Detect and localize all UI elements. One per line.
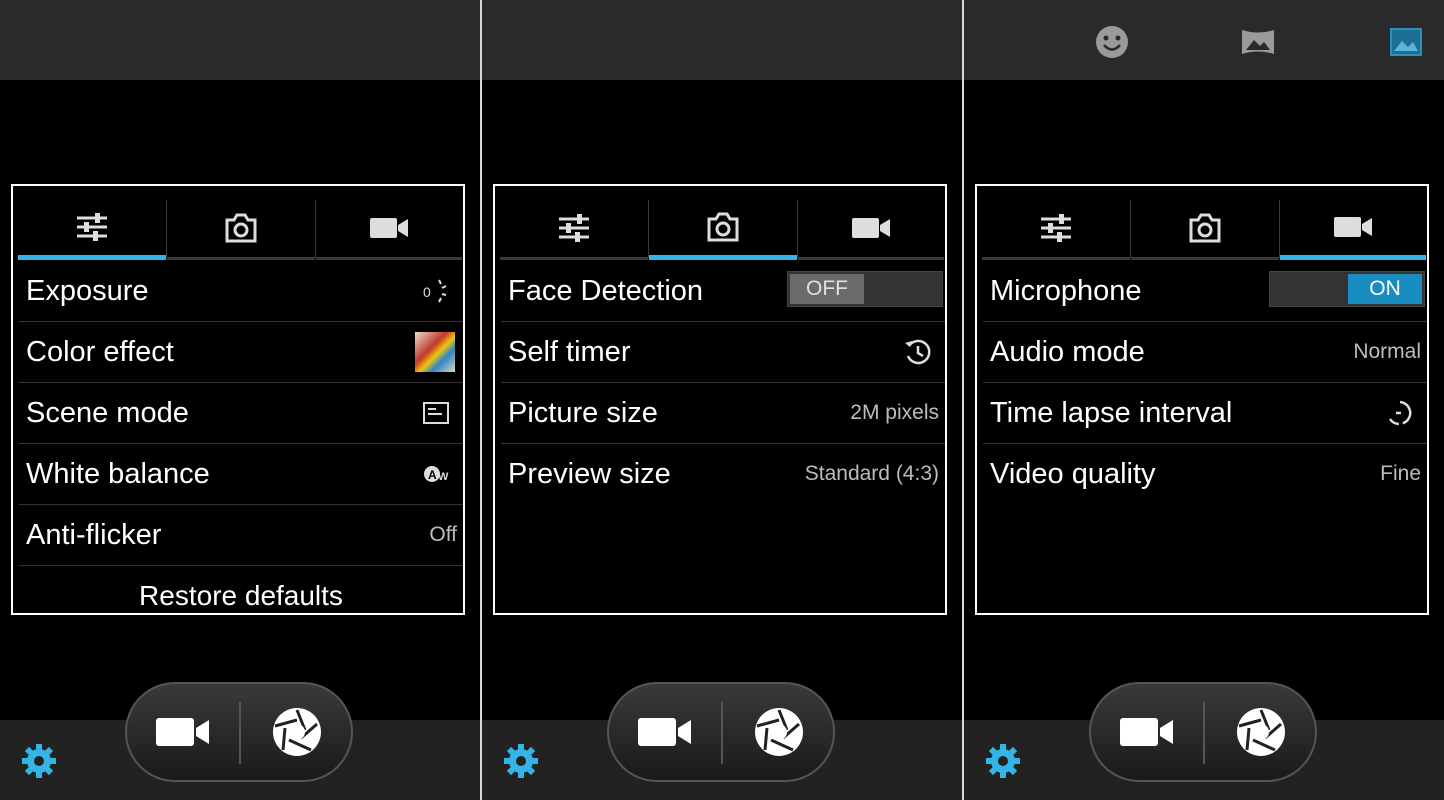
- setting-value: Standard (4:3): [804, 462, 939, 485]
- setting-label: Anti-flicker: [26, 519, 162, 551]
- video-camera-icon: [852, 217, 890, 238]
- setting-value: Normal: [1353, 340, 1421, 363]
- color-effect-thumbnail: [415, 332, 455, 372]
- setting-label: Preview size: [508, 458, 671, 490]
- setting-label: White balance: [26, 458, 210, 490]
- settings-list: Microphone ON Audio mode Normal Time lap…: [983, 261, 1427, 505]
- video-record-icon: [1120, 718, 1173, 746]
- video-record-icon: [156, 718, 209, 746]
- svg-text:A: A: [428, 468, 437, 482]
- svg-text:W: W: [438, 471, 449, 483]
- restore-defaults-button[interactable]: Restore defaults: [19, 566, 463, 627]
- shutter-icon: [755, 708, 803, 756]
- shutter-icon: [1237, 708, 1285, 756]
- capture-controls: [607, 682, 835, 782]
- panorama-icon[interactable]: [1240, 24, 1276, 60]
- top-bar: [964, 0, 1444, 80]
- setting-row-anti-flicker[interactable]: Anti-flicker Off: [19, 505, 463, 566]
- setting-row-preview-size[interactable]: Preview size Standard (4:3): [501, 444, 945, 505]
- setting-row-color-effect[interactable]: Color effect: [19, 322, 463, 383]
- video-camera-icon: [370, 217, 408, 238]
- setting-row-exposure[interactable]: Exposure 0: [19, 261, 463, 322]
- setting-label: Microphone: [990, 275, 1142, 307]
- shutter-button[interactable]: [723, 684, 835, 780]
- capture-controls: [1089, 682, 1317, 782]
- capture-controls: [125, 682, 353, 782]
- sliders-icon: [1041, 213, 1071, 242]
- setting-value: 2M pixels: [850, 401, 939, 424]
- tab-video[interactable]: [1280, 198, 1426, 260]
- sliders-icon: [559, 213, 589, 242]
- timer-icon: [905, 339, 931, 365]
- settings-gear-icon[interactable]: [502, 742, 540, 780]
- settings-panel: Face Detection OFF Self timer Picture si…: [493, 184, 947, 615]
- setting-label: Face Detection: [508, 275, 704, 307]
- setting-label: Exposure: [26, 275, 149, 307]
- video-record-icon: [638, 718, 691, 746]
- setting-value: Fine: [1380, 462, 1421, 485]
- setting-row-self-timer[interactable]: Self timer: [501, 322, 945, 383]
- shutter-icon: [273, 708, 321, 756]
- tab-photo[interactable]: [167, 198, 315, 260]
- tab-general[interactable]: [982, 198, 1130, 260]
- video-record-button[interactable]: [609, 684, 721, 780]
- setting-row-scene-mode[interactable]: Scene mode: [19, 383, 463, 444]
- picture-mode-icon[interactable]: [1388, 24, 1424, 60]
- exposure-icon: 0: [423, 279, 447, 303]
- toggle-state: OFF: [790, 274, 864, 304]
- setting-row-picture-size[interactable]: Picture size 2M pixels: [501, 383, 945, 444]
- tab-photo[interactable]: [1131, 198, 1279, 260]
- setting-label: Self timer: [508, 336, 631, 368]
- video-record-button[interactable]: [127, 684, 239, 780]
- time-lapse-icon: [1388, 400, 1412, 426]
- toggle-state: ON: [1348, 274, 1422, 304]
- setting-row-video-quality[interactable]: Video quality Fine: [983, 444, 1427, 505]
- microphone-toggle[interactable]: ON: [1269, 271, 1425, 307]
- settings-gear-icon[interactable]: [984, 742, 1022, 780]
- settings-tabs: [500, 198, 944, 260]
- setting-row-white-balance[interactable]: White balance AW: [19, 444, 463, 505]
- camera-icon: [1189, 213, 1221, 242]
- sliders-icon: [77, 212, 107, 241]
- settings-panel: Exposure 0 Color effect Scene mode White…: [11, 184, 465, 615]
- camera-icon: [225, 213, 257, 242]
- setting-label: Scene mode: [26, 397, 189, 429]
- setting-row-microphone[interactable]: Microphone ON: [983, 261, 1427, 322]
- face-detection-toggle[interactable]: OFF: [787, 271, 943, 307]
- screen-photo-settings: Face Detection OFF Self timer Picture si…: [482, 0, 962, 800]
- tab-general[interactable]: [500, 198, 648, 260]
- svg-text:0: 0: [423, 284, 431, 300]
- screen-video-settings: Microphone ON Audio mode Normal Time lap…: [964, 0, 1444, 800]
- auto-white-balance-icon: AW: [424, 466, 449, 483]
- setting-label: Video quality: [990, 458, 1156, 490]
- settings-tabs: [982, 198, 1426, 260]
- settings-list: Face Detection OFF Self timer Picture si…: [501, 261, 945, 505]
- scene-mode-icon: [423, 402, 449, 424]
- setting-label: Color effect: [26, 336, 174, 368]
- tab-photo[interactable]: [649, 198, 797, 260]
- shutter-button[interactable]: [1205, 684, 1317, 780]
- video-record-button[interactable]: [1091, 684, 1203, 780]
- settings-gear-icon[interactable]: [20, 742, 58, 780]
- settings-panel: Microphone ON Audio mode Normal Time lap…: [975, 184, 1429, 615]
- top-bar: [482, 0, 962, 80]
- setting-label: Audio mode: [990, 336, 1145, 368]
- settings-list: Exposure 0 Color effect Scene mode White…: [19, 261, 463, 627]
- settings-tabs: [18, 198, 462, 260]
- tab-general[interactable]: [18, 198, 166, 260]
- video-camera-icon: [1334, 216, 1372, 237]
- setting-row-face-detection[interactable]: Face Detection OFF: [501, 261, 945, 322]
- face-icon[interactable]: [1094, 24, 1130, 60]
- shutter-button[interactable]: [241, 684, 353, 780]
- top-bar: [0, 0, 480, 80]
- screen-general-settings: Exposure 0 Color effect Scene mode White…: [0, 0, 480, 800]
- setting-label: Time lapse interval: [990, 397, 1233, 429]
- setting-label: Picture size: [508, 397, 658, 429]
- setting-value: Off: [429, 523, 457, 546]
- tab-video[interactable]: [316, 198, 462, 260]
- setting-row-audio-mode[interactable]: Audio mode Normal: [983, 322, 1427, 383]
- camera-icon: [707, 212, 739, 241]
- setting-row-time-lapse-interval[interactable]: Time lapse interval: [983, 383, 1427, 444]
- tab-video[interactable]: [798, 198, 944, 260]
